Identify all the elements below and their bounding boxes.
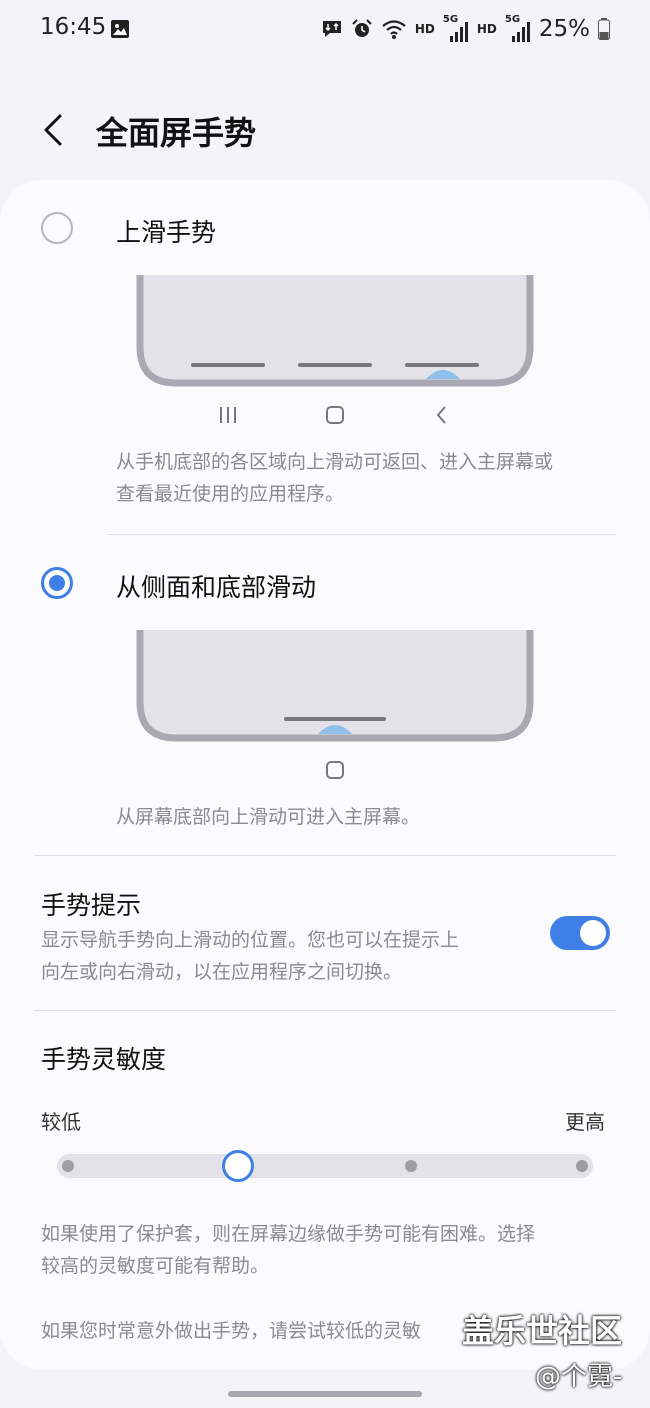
- gallery-icon: [111, 20, 129, 38]
- signal-1: 5G: [443, 14, 469, 42]
- radio-swipe-up[interactable]: [41, 212, 73, 244]
- watermark-title: 盖乐世社区: [462, 1312, 623, 1350]
- gesture-hint-description: 显示导航手势向上滑动的位置。您也可以在提示上 向左或向右滑动，以在应用程序之间切…: [41, 929, 460, 983]
- sensitivity-note-1: 如果使用了保护套，则在屏幕边缘做手势可能有困难。选择 较高的灵敏度可能有帮助。: [41, 1223, 536, 1277]
- sensitivity-slider-track[interactable]: [57, 1154, 593, 1178]
- signal-2: 5G: [505, 14, 531, 42]
- back-arrow-icon[interactable]: [30, 106, 78, 154]
- signal-bars-icon: [449, 22, 468, 42]
- slider-step: [576, 1160, 588, 1172]
- hd-label-2: HD: [476, 22, 497, 36]
- option-swipe-up-label[interactable]: 上滑手势: [116, 213, 216, 249]
- signal-bars-icon: [511, 22, 530, 42]
- option-swipe-side-bottom-description: 从屏幕底部向上滑动可进入主屏幕。: [116, 806, 421, 828]
- home-icon: [326, 406, 344, 424]
- divider: [34, 1010, 616, 1011]
- swipe-side-bottom-illustration: [136, 630, 534, 742]
- radio-swipe-side-bottom[interactable]: [41, 567, 73, 599]
- battery-icon: [598, 18, 610, 40]
- home-icon: [326, 761, 344, 779]
- hd-label-1: HD: [414, 22, 435, 36]
- page-title: 全面屏手势: [96, 114, 257, 152]
- back-icon: [436, 406, 446, 424]
- status-time: 16:45: [40, 14, 107, 40]
- status-bar: 16:45 HD 5G HD 5G 25%: [0, 0, 650, 58]
- status-icons: HD 5G HD 5G 25%: [321, 12, 610, 46]
- slider-step: [405, 1160, 417, 1172]
- sensitivity-high-label: 更高: [565, 1110, 605, 1134]
- sensitivity-low-label: 较低: [41, 1110, 81, 1134]
- option-swipe-up-description: 从手机底部的各区域向上滑动可返回、进入主屏幕或 查看最近使用的应用程序。: [116, 451, 554, 505]
- watermark-handle: @个霓-: [535, 1362, 623, 1392]
- divider: [108, 534, 616, 535]
- page-header: 全面屏手势: [0, 90, 650, 170]
- sensitivity-title: 手势灵敏度: [41, 1045, 167, 1074]
- sensitivity-slider-thumb[interactable]: [222, 1150, 254, 1182]
- divider: [34, 855, 616, 856]
- sensitivity-note-2: 如果您时常意外做出手势，请尝试较低的灵敏: [41, 1320, 422, 1342]
- slider-step: [62, 1160, 74, 1172]
- battery-percent: 25%: [538, 16, 590, 42]
- option-swipe-side-bottom-label[interactable]: 从侧面和底部滑动: [116, 568, 316, 604]
- wifi-icon: [382, 20, 406, 39]
- alarm-icon: [352, 19, 372, 37]
- home-indicator[interactable]: [228, 1391, 422, 1397]
- gesture-hint-toggle[interactable]: [550, 916, 610, 950]
- swipe-up-illustration: [136, 275, 534, 387]
- gesture-hint-title: 手势提示: [41, 891, 142, 920]
- recents-icon: [220, 407, 236, 423]
- message-icon: [322, 21, 341, 37]
